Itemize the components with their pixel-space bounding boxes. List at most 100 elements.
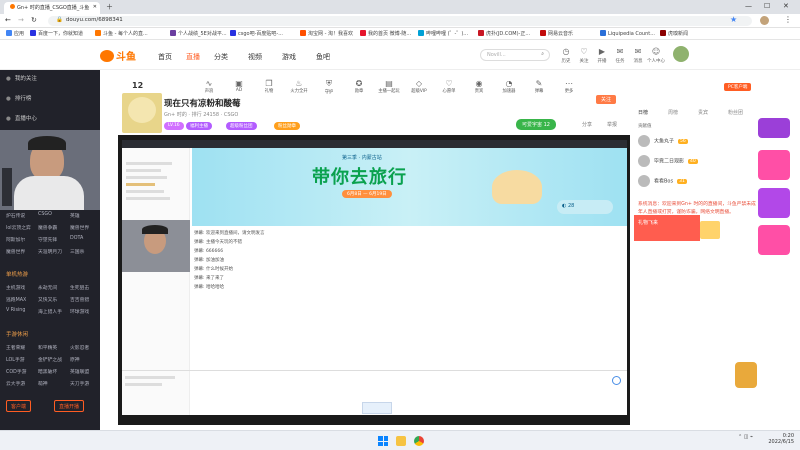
bookmark-item[interactable]: 淘宝网 - 淘！我喜欢 — [300, 30, 353, 37]
bookmark-star-icon[interactable]: ★ — [730, 15, 737, 24]
douyu-logo[interactable]: 斗鱼 — [100, 48, 136, 63]
search-icon[interactable]: ⌕ — [541, 51, 544, 57]
nav-item[interactable]: 分类 — [214, 52, 228, 62]
task-icon[interactable]: ✉ — [614, 47, 626, 56]
room-tag[interactable]: 粉丝勋章 — [274, 122, 300, 130]
sidebar-category-item[interactable]: 英雄 — [70, 212, 80, 219]
room-tag[interactable]: 福利主播 — [186, 122, 212, 130]
event-badge-3[interactable] — [758, 188, 790, 218]
toolbar-item[interactable]: ▤ 主播一起玩 — [374, 79, 404, 94]
room-tag[interactable]: LV.16 — [164, 122, 184, 130]
toolbar-item[interactable]: ◔ 加速器 — [494, 79, 524, 94]
chat-tab[interactable]: 日榜 — [638, 109, 648, 116]
follow-button[interactable]: 可爱宇宙 12 — [516, 119, 556, 130]
follow-icon[interactable]: ♡ — [578, 47, 590, 56]
chrome-icon[interactable] — [414, 436, 424, 446]
bookmark-item[interactable]: csgo吧-百度贴吧-... — [230, 30, 283, 37]
sidebar-category-item[interactable]: LOL手游 — [6, 356, 25, 363]
rank-row[interactable]: 毕竟二日观影 40 — [638, 155, 748, 169]
nav-item[interactable]: 直播 — [186, 52, 200, 62]
promo-banner[interactable]: 礼物飞来 — [634, 215, 700, 241]
bookmark-item[interactable]: 百度一下，你就知道 — [30, 30, 83, 37]
sidebar-category-item[interactable]: 环球游戏 — [70, 308, 89, 315]
forward-icon[interactable]: → — [18, 16, 24, 24]
sidebar-category-item[interactable]: COD手游 — [6, 368, 26, 375]
open-live-icon[interactable]: ▶ — [596, 47, 608, 56]
maximize-icon[interactable]: ☐ — [764, 2, 770, 10]
sidebar-category-item[interactable]: 英雄联盟 — [70, 368, 89, 375]
sidebar-category-item[interactable]: 生死狙击 — [70, 284, 89, 291]
bookmark-item[interactable]: 斗鱼 - 每个人的直... — [95, 30, 148, 37]
back-icon[interactable]: ← — [5, 16, 11, 24]
sidebar-category-item[interactable]: lol云顶之弈 — [6, 224, 31, 231]
sidebar-category-item[interactable]: CSGO — [38, 212, 52, 217]
toolbar-item[interactable]: ♨ 火力全开 — [284, 79, 314, 94]
sidebar-main-item[interactable]: ● 直播中心 — [6, 114, 37, 122]
toolbar-item[interactable]: ◉ 贵宾 — [464, 79, 494, 94]
start-live-button[interactable]: 直播开播 — [54, 400, 85, 412]
toolbar-item[interactable]: ✪ 勋章 — [344, 79, 374, 94]
reload-icon[interactable]: ↻ — [31, 16, 37, 24]
user-avatar[interactable] — [673, 46, 689, 62]
toolbar-item[interactable]: ⋯ 更多 — [554, 79, 584, 94]
profile-avatar-icon[interactable] — [760, 16, 769, 25]
sidebar-category-item[interactable]: DOTA — [70, 236, 83, 241]
bookmark-item[interactable]: 虎嗅新闻 — [660, 30, 688, 37]
sidebar-category-item[interactable]: 萌神 — [38, 380, 48, 387]
history-icon[interactable]: ◷ — [560, 47, 572, 56]
file-explorer-icon[interactable] — [396, 436, 406, 446]
follow-small-button[interactable]: 关注 — [596, 95, 617, 104]
event-badge-4[interactable] — [758, 225, 790, 255]
sidebar-category-item[interactable]: 魔兽世界 — [70, 224, 89, 231]
nav-item[interactable]: 首页 — [158, 52, 172, 62]
sidebar-category-item[interactable]: 炉石传说 — [6, 212, 25, 219]
event-badge-2[interactable] — [758, 150, 790, 180]
browser-tab[interactable]: Gn+ 时的直播_CSGO直播_斗鱼 ✕ — [4, 2, 100, 14]
nav-item[interactable]: 视频 — [248, 52, 262, 62]
toolbar-item[interactable]: ▣ AD — [224, 79, 254, 93]
bookmark-item[interactable]: 应用 — [6, 30, 24, 37]
pc-client-button[interactable]: PC客户端 — [724, 83, 752, 91]
sidebar-category-item[interactable]: 和平精英 — [38, 344, 57, 351]
sidebar-category-item[interactable]: 原神 — [70, 356, 80, 363]
sidebar-category-item[interactable]: 主机游戏 — [6, 284, 25, 291]
sidebar-category-item[interactable]: 阿斯加尔 — [6, 236, 25, 243]
sidebar-category-item[interactable]: 逃跑MAX — [6, 296, 26, 303]
personal-center-icon[interactable]: ☺ — [650, 47, 662, 56]
sidebar-category-item[interactable]: 云大手游 — [6, 380, 25, 387]
travel-banner[interactable]: 第三季 · 内蒙古站 带你去旅行 6月8日 — 6月19日 ◐ 28 — [192, 148, 627, 226]
sidebar-category-item[interactable]: 永劫无间 — [38, 284, 57, 291]
close-window-icon[interactable]: ✕ — [783, 2, 789, 10]
sidebar-main-item[interactable]: ● 我的关注 — [6, 74, 37, 82]
nav-item[interactable]: 鱼吧 — [316, 52, 330, 62]
treasure-chest-icon[interactable] — [735, 362, 757, 388]
sidebar-category-item[interactable]: 又快又乐 — [38, 296, 57, 303]
sidebar-category-item[interactable]: 王者荣耀 — [6, 344, 25, 351]
bookmark-item[interactable]: 网易云音乐 — [540, 30, 573, 37]
sidebar-main-item[interactable]: ● 排行榜 — [6, 94, 31, 102]
chat-tab[interactable]: 粉丝团 — [728, 109, 743, 116]
windows-start-icon[interactable] — [378, 436, 388, 446]
bookmark-item[interactable]: 我的首页 微博-随... — [360, 30, 411, 37]
sidebar-category-item[interactable]: 天涯明月刀 — [38, 248, 62, 255]
sidebar-category-item[interactable]: 魔兽争霸 — [38, 224, 57, 231]
toolbar-item[interactable]: ◇ 超级VIP — [404, 79, 434, 94]
toolbar-item[interactable]: ❐ 礼物 — [254, 79, 284, 94]
toolbar-item[interactable]: ♡ 心愿单 — [434, 79, 464, 94]
sidebar-category-item[interactable]: 海上猎人手 — [38, 308, 62, 315]
client-download-button[interactable]: 客户端 — [6, 400, 32, 412]
message-icon[interactable]: ✉ — [632, 47, 644, 56]
sidebar-category-item[interactable]: 金铲铲之战 — [38, 356, 62, 363]
clock[interactable]: 0:20 2022/6/15 — [760, 433, 794, 445]
sidebar-category-item[interactable]: 吉吉兽猎 — [70, 296, 89, 303]
sidebar-category-item[interactable]: 天刀手游 — [70, 380, 89, 387]
room-tag[interactable]: 超级粉丝团 — [226, 122, 257, 130]
streamer-avatar[interactable] — [122, 93, 162, 133]
close-tab-icon[interactable]: ✕ — [93, 4, 97, 10]
tray-icons[interactable]: ⌃ ◫ ⌁ — [738, 434, 753, 440]
share-button[interactable]: 分享 — [582, 121, 592, 128]
rank-row[interactable]: 大鱼丸子 56 — [638, 135, 748, 149]
bookmark-item[interactable]: Liquipedia Count... — [600, 30, 655, 37]
toolbar-item[interactable]: ✎ 弹幕 — [524, 79, 554, 94]
event-badge-1[interactable] — [758, 118, 790, 138]
